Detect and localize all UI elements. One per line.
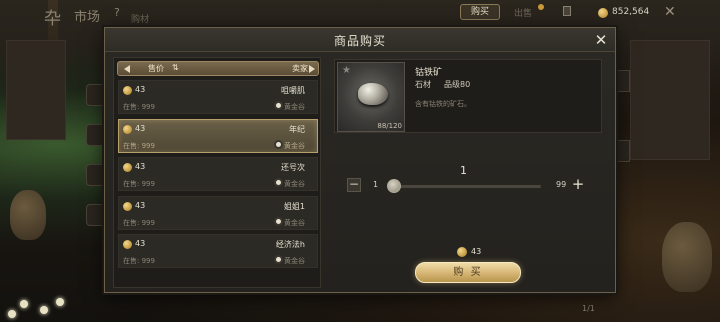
seller-icon <box>274 101 283 110</box>
item-quantity-owned: 88/120 <box>377 122 402 130</box>
dialog-title: 商品购买 <box>333 34 386 48</box>
flower-decoration <box>20 300 28 308</box>
listing-price: 43 <box>135 200 146 210</box>
tab-sell[interactable]: 出售 <box>514 6 532 19</box>
quantity-min: 1 <box>373 180 379 189</box>
notification-dot-icon <box>538 4 544 10</box>
purchase-dialog: 商品购买 ✕ 售价 ⇅ 卖家 43 咀嚼肌 在售: 999 黄金谷 43 年纪 在售: 99… <box>104 27 616 293</box>
seller-icon <box>274 178 283 187</box>
listing-row[interactable]: 43 姐姐1 在售: 999 黄金谷 <box>118 195 318 230</box>
seller-icon <box>274 139 283 149</box>
shelf-decoration <box>6 40 66 140</box>
help-icon[interactable]: ? <box>114 6 120 19</box>
page-subtitle: 购材 <box>131 15 150 25</box>
flower-decoration <box>8 310 16 318</box>
header-ornament-left <box>124 65 130 73</box>
listing-stock: 在售: 999 <box>123 141 155 150</box>
item-description: 含有钴铁的矿石。 <box>415 100 471 108</box>
flower-decoration <box>40 306 48 314</box>
quantity-value: 1 <box>460 164 467 177</box>
listing-price: 43 <box>135 239 146 248</box>
page-indicator: 1/1 <box>582 304 595 313</box>
market-logo: 卆 <box>44 9 61 29</box>
coin-icon <box>123 124 132 134</box>
sort-icon[interactable]: ⇅ <box>172 63 179 72</box>
listing-name: 咀嚼肌 <box>281 86 305 95</box>
listing-stock: 在售: 999 <box>123 103 155 111</box>
listing-stock: 在售: 999 <box>123 257 155 265</box>
seller-icon <box>274 216 283 226</box>
star-icon[interactable]: ★ <box>342 65 351 76</box>
listing-price: 43 <box>135 123 146 133</box>
records-icon[interactable] <box>563 6 571 16</box>
close-icon[interactable]: ✕ <box>591 30 611 50</box>
quantity-max: 99 <box>556 180 567 189</box>
quantity-slider[interactable] <box>389 185 541 188</box>
listing-row[interactable]: 43 还号次在售: 999 黄金谷 <box>118 157 318 191</box>
coin-icon <box>123 240 132 249</box>
sack-decoration <box>10 190 46 240</box>
total-price: 43 <box>471 247 482 256</box>
coin-icon <box>123 201 132 211</box>
list-header: 售价 ⇅ 卖家 <box>117 61 319 76</box>
listing-seller: 黄金谷 <box>284 141 305 150</box>
header-ornament-right <box>309 65 315 73</box>
listing-seller: 黄金谷 <box>284 180 305 188</box>
item-detail: ★ 88/120 钴铁矿 石材 品级80 含有钴铁的矿石。 <box>334 59 602 133</box>
tab-buy[interactable]: 购买 <box>460 4 500 20</box>
listing-name: 还号次 <box>281 163 305 172</box>
listing-price: 43 <box>135 85 146 94</box>
listing-name: 年纪 <box>289 124 305 134</box>
item-grade: 品级80 <box>444 80 471 89</box>
listing-stock: 在售: 999 <box>123 180 155 188</box>
side-panel-edge <box>616 140 630 162</box>
coin-icon <box>598 8 608 18</box>
ore-icon <box>358 83 388 105</box>
listing-name: 经济法h <box>275 240 305 249</box>
dialog-header: 商品购买 ✕ <box>105 28 615 52</box>
listing-row[interactable]: 43 经济法h 在售: 999 黄金谷 <box>118 234 318 268</box>
listing-panel: 售价 ⇅ 卖家 43 咀嚼肌 在售: 999 黄金谷 43 年纪 在售: 999 黄金谷 43 还… <box>113 57 321 288</box>
minus-icon[interactable]: − <box>347 178 361 192</box>
listing-stock: 在售: 999 <box>123 218 155 227</box>
coin-icon <box>457 247 467 257</box>
listing-seller: 黄金谷 <box>284 103 305 111</box>
page-title: 市场 <box>74 10 101 25</box>
sort-by-price[interactable]: 售价 <box>148 63 164 74</box>
close-market-icon[interactable]: ✕ <box>664 4 676 20</box>
coin-icon <box>123 163 132 172</box>
side-panel-edge <box>616 70 630 92</box>
item-type: 石材 <box>415 80 431 89</box>
seller-icon <box>274 255 283 264</box>
slider-handle[interactable] <box>387 179 401 193</box>
item-name: 钴铁矿 <box>415 68 443 78</box>
sack-decoration <box>662 222 712 292</box>
top-bar: 卆 市场 ? 购材 购买 出售 852,564 ✕ <box>0 0 720 29</box>
seller-column-label: 卖家 <box>292 64 308 73</box>
item-thumbnail: ★ 88/120 <box>337 62 405 132</box>
plus-icon[interactable]: + <box>571 177 585 192</box>
listing-row[interactable]: 43 年纪在售: 999 黄金谷 <box>118 118 318 153</box>
listing-seller: 黄金谷 <box>284 257 305 265</box>
shelf-decoration <box>630 40 710 160</box>
gold-balance: 852,564 <box>612 7 650 17</box>
flower-decoration <box>56 298 64 306</box>
listing-price: 43 <box>135 162 146 171</box>
coin-icon <box>123 86 132 95</box>
listing-name: 姐姐1 <box>283 201 305 211</box>
listing-row[interactable]: 43 咀嚼肌在售: 999 黄金谷 <box>118 80 318 114</box>
buy-button[interactable]: 购 买 <box>415 262 521 283</box>
listing-seller: 黄金谷 <box>284 218 305 227</box>
